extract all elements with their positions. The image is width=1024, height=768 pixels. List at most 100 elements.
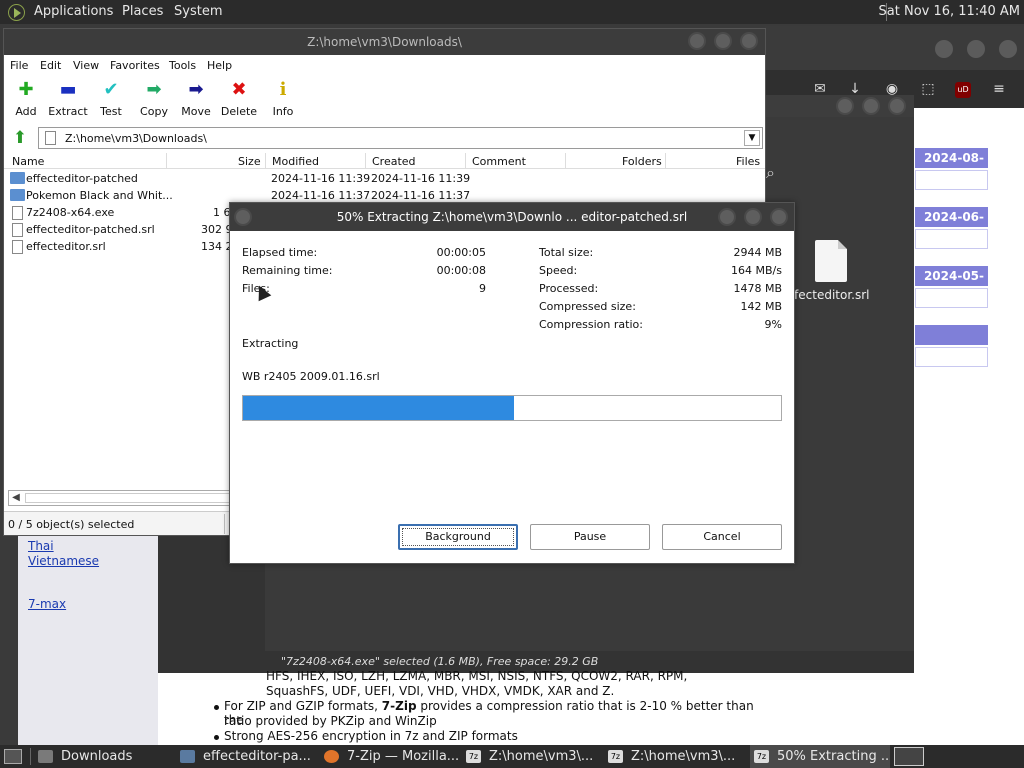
feature-zip-ratio-line2: ratio provided by PKZip and WinZip <box>224 714 437 728</box>
hamburger-menu-icon[interactable]: ≡ <box>990 80 1008 98</box>
path-combobox[interactable]: Z:\home\vm3\Downloads\ ▼ <box>38 127 763 149</box>
menu-help[interactable]: Help <box>207 59 232 72</box>
row-name: effecteditor-patched.srl <box>26 223 155 236</box>
column-modified[interactable]: Modified <box>272 155 319 168</box>
bullet <box>214 735 219 740</box>
row-name: effecteditor-patched <box>26 172 138 185</box>
feature-aes: Strong AES-256 encryption in 7z and ZIP … <box>224 729 518 743</box>
files-value: 9 <box>479 282 486 295</box>
maximize-icon[interactable] <box>714 32 732 50</box>
folder-icon <box>10 189 25 201</box>
extract-button[interactable]: ▬ Extract <box>46 79 90 118</box>
workspace-switcher[interactable] <box>894 747 924 766</box>
task-7zip-2[interactable]: 7z Z:\home\vm3\... <box>608 745 746 768</box>
minus-icon: ▬ <box>59 79 77 100</box>
system-menu[interactable]: System <box>174 4 222 19</box>
file-label[interactable]: ffecteditor.srl <box>790 288 870 302</box>
column-name[interactable]: Name <box>12 155 44 168</box>
plus-icon: ✚ <box>18 79 34 100</box>
folder-icon <box>10 172 25 184</box>
places-menu[interactable]: Places <box>122 4 163 19</box>
processed-label: Processed: <box>539 282 599 295</box>
menu-edit[interactable]: Edit <box>40 59 61 72</box>
show-desktop-icon[interactable] <box>4 749 22 764</box>
row-created: 2024-11-16 11:37 <box>371 189 471 202</box>
minimize-icon[interactable] <box>718 208 736 226</box>
menu-view[interactable]: View <box>73 59 99 72</box>
document-icon[interactable] <box>815 240 847 282</box>
cancel-button[interactable]: Cancel <box>662 524 782 550</box>
path-text[interactable]: Z:\home\vm3\Downloads\ <box>65 132 207 145</box>
processed-value: 1478 MB <box>733 282 782 295</box>
column-size[interactable]: Size <box>238 155 261 168</box>
extensions-icon[interactable]: ⬚ <box>919 80 937 98</box>
link-7-max[interactable]: 7-max <box>28 597 66 611</box>
minimize-icon[interactable] <box>688 32 706 50</box>
progress-fill <box>243 396 514 420</box>
progress-bar <box>242 395 782 421</box>
close-icon[interactable] <box>770 208 788 226</box>
close-icon[interactable] <box>740 32 758 50</box>
menu-tools[interactable]: Tools <box>169 59 196 72</box>
test-button[interactable]: ✔ Test <box>89 79 133 118</box>
current-file: WB r2405 2009.01.16.srl <box>242 370 380 383</box>
task-firefox[interactable]: 7-Zip — Mozilla... <box>324 745 462 768</box>
close-icon[interactable] <box>888 97 906 115</box>
distro-logo-icon[interactable] <box>8 4 25 21</box>
background-button[interactable]: Background <box>398 524 518 550</box>
file-icon <box>12 240 23 254</box>
applications-menu[interactable]: Applications <box>34 4 113 19</box>
compression-ratio-value: 9% <box>764 318 782 331</box>
remaining-value: 00:00:08 <box>436 264 486 277</box>
up-folder-icon[interactable]: ⬆ <box>10 128 30 148</box>
window-menu-icon[interactable] <box>234 208 252 226</box>
7zip-icon: 7z <box>608 750 623 763</box>
date-cell <box>915 229 988 249</box>
column-folders[interactable]: Folders <box>622 155 662 168</box>
language-link-thai[interactable]: Thai <box>28 539 54 553</box>
file-icon <box>12 206 23 220</box>
pause-button[interactable]: Pause <box>530 524 650 550</box>
task-downloads[interactable]: Downloads <box>38 745 172 768</box>
close-icon[interactable] <box>999 40 1017 58</box>
date-cell <box>915 347 988 367</box>
add-button[interactable]: ✚ Add <box>4 79 48 118</box>
ublock-origin-icon[interactable]: uD <box>955 82 971 98</box>
column-files[interactable]: Files <box>736 155 760 168</box>
delete-x-icon: ✖ <box>231 79 247 100</box>
task-7zip-1[interactable]: 7z Z:\home\vm3\... <box>466 745 604 768</box>
move-button[interactable]: ➡ Move <box>174 79 218 118</box>
row-name: effecteditor.srl <box>26 240 106 253</box>
search-icon[interactable]: ⌕ <box>766 163 775 183</box>
row-size: 134 2 <box>201 240 233 253</box>
maximize-icon[interactable] <box>744 208 762 226</box>
chevron-down-icon[interactable]: ▼ <box>744 130 760 146</box>
date-header <box>915 325 988 345</box>
minimize-icon[interactable] <box>935 40 953 58</box>
task-extracting[interactable]: 7z 50% Extracting ... <box>750 745 890 768</box>
minimize-icon[interactable] <box>836 97 854 115</box>
delete-button[interactable]: ✖ Delete <box>217 79 261 118</box>
menu-favorites[interactable]: Favorites <box>110 59 160 72</box>
row-created: 2024-11-16 11:39 <box>371 172 471 185</box>
language-link-vietnamese[interactable]: Vietnamese <box>28 554 99 568</box>
task-effecteditor[interactable]: effecteditor-pa... <box>180 745 318 768</box>
column-created[interactable]: Created <box>372 155 416 168</box>
chevron-left-icon[interactable]: ◀ <box>9 491 23 505</box>
table-row[interactable]: effecteditor-patched 2024-11-16 11:39 20… <box>4 170 765 187</box>
address-bar: ⬆ Z:\home\vm3\Downloads\ ▼ <box>8 127 763 149</box>
remaining-label: Remaining time: <box>242 264 333 277</box>
copy-button[interactable]: ➡ Copy <box>132 79 176 118</box>
elapsed-value: 00:00:05 <box>436 246 486 259</box>
folder-icon <box>38 750 53 763</box>
menu-file[interactable]: File <box>10 59 28 72</box>
info-button[interactable]: i Info <box>261 79 305 118</box>
clock[interactable]: Sat Nov 16, 11:40 AM <box>879 4 1020 19</box>
maximize-icon[interactable] <box>967 40 985 58</box>
horizontal-scrollbar[interactable]: ◀ <box>8 490 234 506</box>
maximize-icon[interactable] <box>862 97 880 115</box>
scrollbar-thumb[interactable] <box>25 493 233 503</box>
menu-bar: File Edit View Favorites Tools Help <box>4 57 765 75</box>
column-comment[interactable]: Comment <box>472 155 526 168</box>
browser-titlebar <box>765 26 1024 70</box>
